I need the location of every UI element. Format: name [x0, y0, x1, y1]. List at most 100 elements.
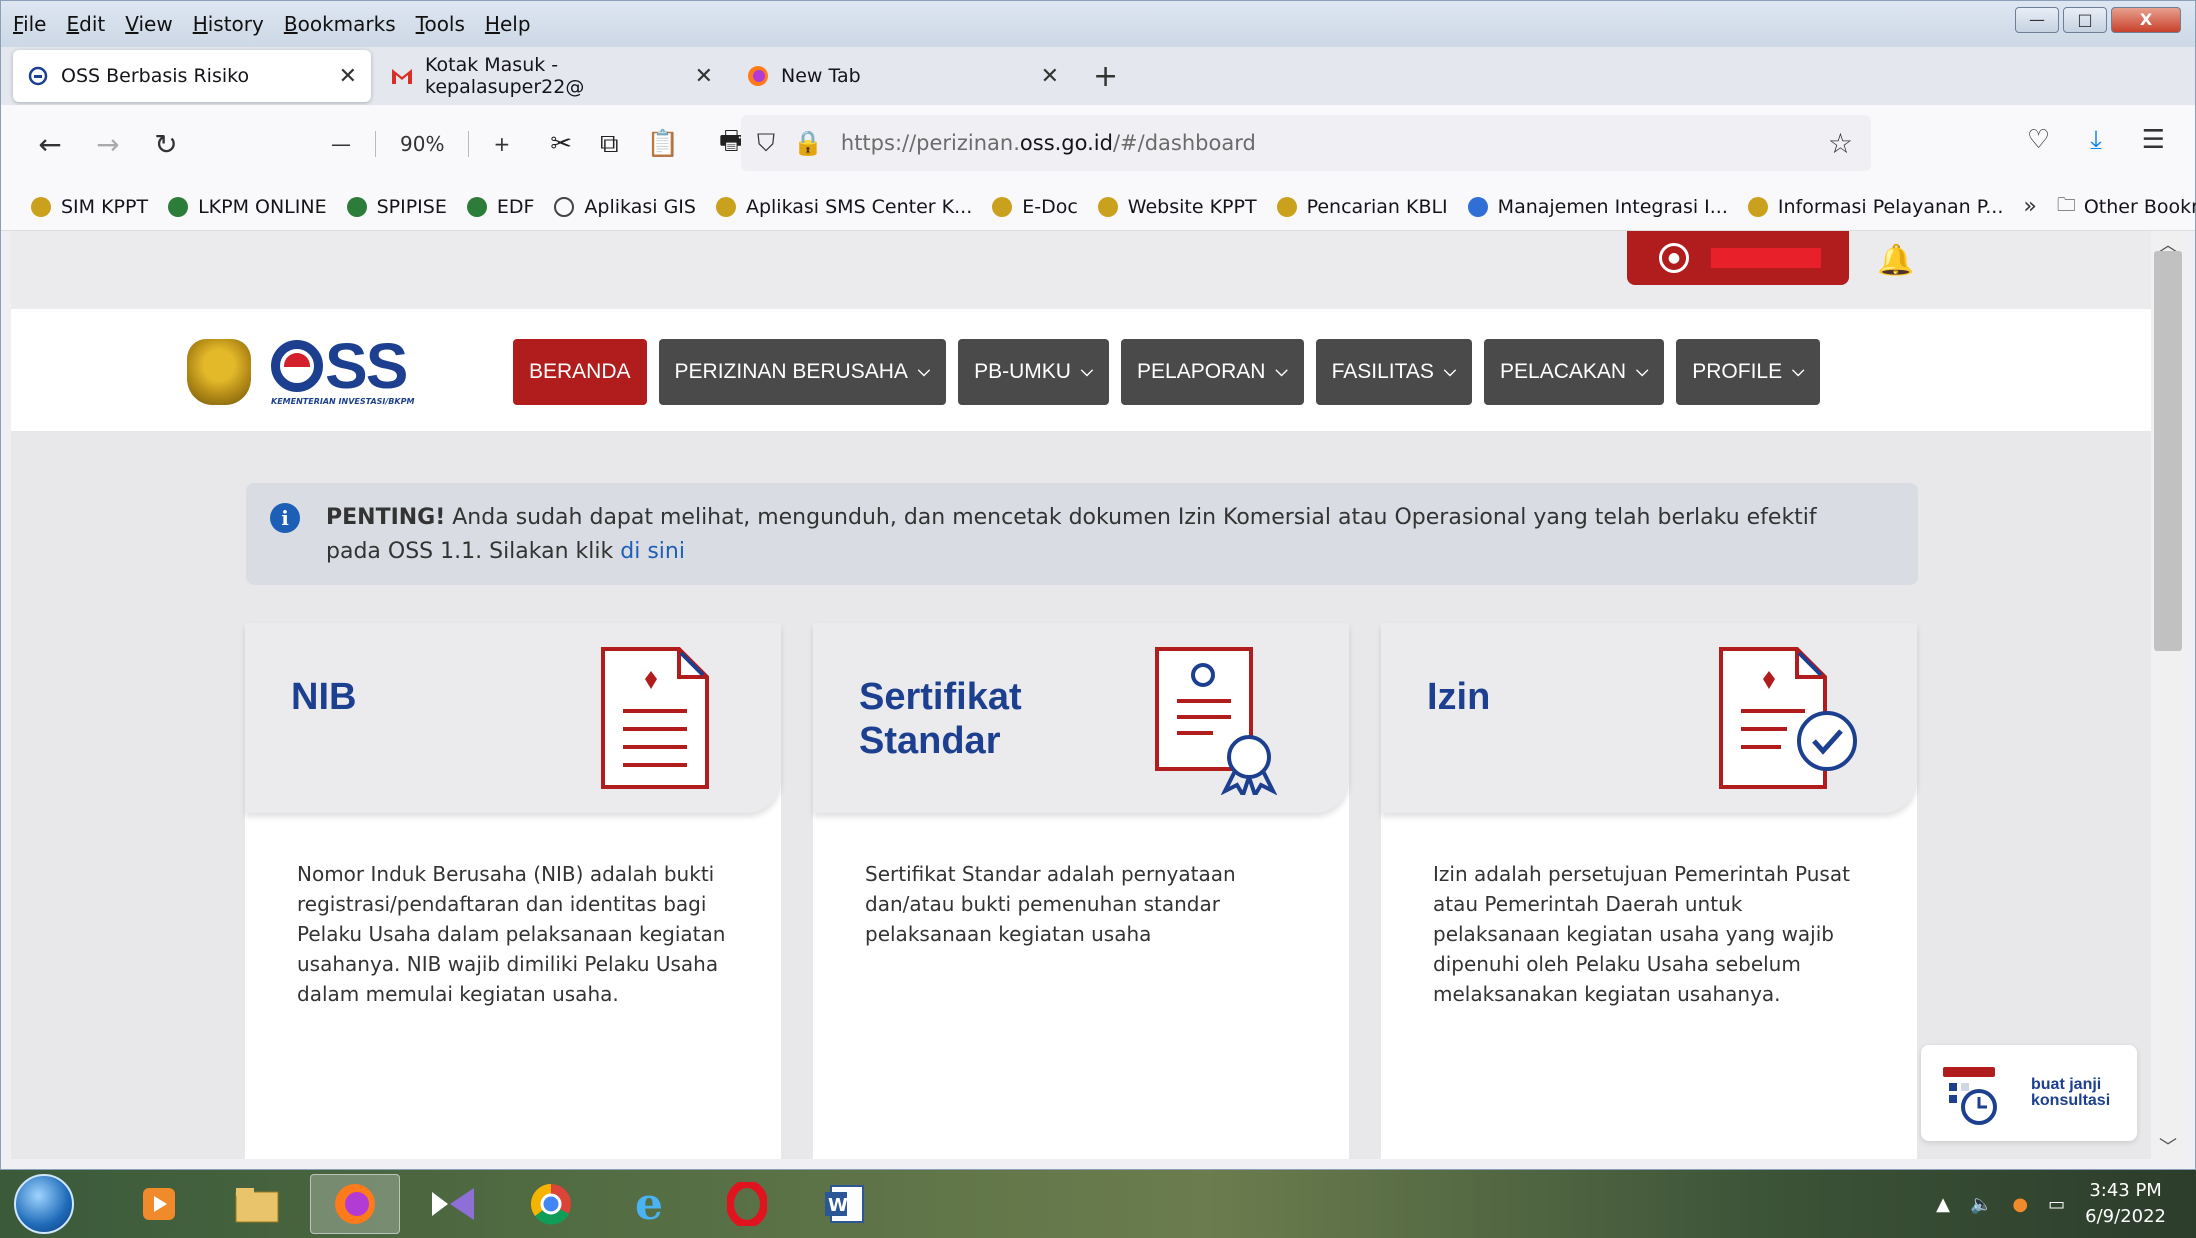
user-menu-button[interactable]: ● — [1627, 231, 1849, 285]
bookmark-manajemen-integrasi[interactable]: Manajemen Integrasi I... — [1467, 196, 1728, 218]
chevron-down-icon: ⌵ — [917, 363, 931, 380]
consultation-button[interactable]: buat janji konsultasi — [1921, 1045, 2137, 1141]
tab-new-tab[interactable]: New Tab ✕ — [733, 50, 1073, 102]
menu-bookmarks[interactable]: Bookmarks — [284, 12, 396, 36]
maximize-button[interactable]: □ — [2063, 7, 2107, 33]
minimize-button[interactable]: — — [2015, 7, 2059, 33]
menu-help[interactable]: Help — [485, 12, 531, 36]
forward-arrow-icon[interactable]: → — [93, 128, 123, 161]
bookmark-favicon-icon — [1097, 196, 1118, 217]
cut-icon[interactable]: ✂ — [550, 129, 572, 159]
bookmark-aplikasi-gis[interactable]: Aplikasi GIS — [554, 196, 696, 218]
zoom-level[interactable]: 90% — [400, 132, 444, 156]
tab-gmail[interactable]: Kotak Masuk - kepalasuper22@ ✕ — [377, 50, 727, 102]
bookmark-star-icon[interactable]: ☆ — [1828, 127, 1853, 160]
app-menu-icon[interactable]: ☰ — [2142, 125, 2165, 156]
chevron-down-icon: ⌵ — [1792, 363, 1805, 380]
show-hidden-icons-icon[interactable]: ▲ — [1936, 1194, 1950, 1215]
bookmark-e-doc[interactable]: E-Doc — [992, 196, 1078, 218]
card-izin[interactable]: Izin Izin adalah persetujuan Pemerintah … — [1381, 623, 1917, 1159]
shield-icon[interactable]: ⛉ — [757, 129, 775, 157]
nav-fasilitas[interactable]: FASILITAS ⌵ — [1315, 339, 1473, 405]
internet-explorer-icon[interactable]: e — [604, 1174, 694, 1234]
pocket-icon[interactable]: ♡ — [2027, 125, 2050, 156]
network-icon[interactable]: ▭ — [2048, 1194, 2065, 1215]
page-scrollbar[interactable]: ︿ ﹀ — [2151, 231, 2185, 1159]
window-controls: — □ X — [2015, 7, 2181, 33]
bookmark-favicon-icon — [992, 196, 1013, 217]
permit-check-icon — [1719, 647, 1857, 789]
chevron-down-icon: ⌵ — [1275, 363, 1288, 380]
menu-edit[interactable]: Edit — [66, 12, 105, 36]
card-title: Izin — [1427, 676, 1491, 718]
avast-icon[interactable]: ● — [2012, 1194, 2028, 1215]
bookmark-sim-kppt[interactable]: SIM KPPT — [31, 196, 148, 218]
copy-icon[interactable]: ⧉ — [600, 129, 619, 160]
nav-profile[interactable]: PROFILE ⌵ — [1676, 339, 1821, 405]
nib-document-icon — [601, 647, 709, 789]
opera-icon[interactable] — [702, 1174, 792, 1234]
paste-icon[interactable]: 📋 — [647, 129, 679, 159]
oss-logo[interactable]: SS KEMENTERIAN INVESTASI/BKPM — [187, 334, 414, 406]
card-sertifikat-standar[interactable]: Sertifikat Standar Sertifikat Standar ad… — [813, 623, 1349, 1159]
print-icon[interactable]: 🖶 — [719, 122, 744, 166]
bookmark-website-kppt[interactable]: Website KPPT — [1097, 196, 1257, 218]
chrome-icon[interactable] — [506, 1174, 596, 1234]
bookmark-pencarian-kbli[interactable]: Pencarian KBLI — [1276, 196, 1448, 218]
svg-text:W: W — [828, 1195, 848, 1216]
card-nib[interactable]: NIB Nomor Induk Berusaha (NIB) adalah bu… — [245, 623, 781, 1159]
card-title: Sertifikat Standar — [859, 676, 1022, 762]
zoom-in-button[interactable]: + — [493, 132, 510, 156]
close-tab-icon[interactable]: ✕ — [689, 64, 713, 89]
card-description: Izin adalah persetujuan Pemerintah Pusat… — [1433, 862, 1850, 1006]
bookmark-edf[interactable]: EDF — [466, 196, 534, 218]
bookmark-lkpm-online[interactable]: LKPM ONLINE — [168, 196, 327, 218]
oss-favicon-icon — [27, 65, 49, 87]
scroll-down-arrow-icon[interactable]: ﹀ — [2151, 1133, 2185, 1159]
nav-pelaporan[interactable]: PELAPORAN ⌵ — [1121, 339, 1304, 405]
nav-perizinan-berusaha[interactable]: PERIZINAN BERUSAHA ⌵ — [658, 339, 947, 405]
close-window-button[interactable]: X — [2111, 7, 2181, 33]
other-bookmarks[interactable]: 🗀Other Bookmarks — [2057, 191, 2196, 223]
nav-pb-umku[interactable]: PB-UMKU ⌵ — [958, 339, 1110, 405]
visual-studio-icon[interactable] — [408, 1174, 498, 1234]
menu-history[interactable]: History — [193, 12, 264, 36]
tab-title: New Tab — [781, 65, 861, 87]
bookmark-sms-center[interactable]: Aplikasi SMS Center K... — [715, 196, 972, 218]
more-bookmarks-icon[interactable]: » — [2023, 194, 2036, 219]
menu-file[interactable]: File — [13, 12, 46, 36]
bookmark-favicon-icon — [168, 196, 189, 217]
bookmark-favicon-icon — [466, 196, 487, 217]
nav-pelacakan[interactable]: PELACAKAN ⌵ — [1484, 339, 1665, 405]
notice-link[interactable]: di sini — [620, 539, 685, 564]
file-explorer-icon[interactable] — [212, 1174, 302, 1234]
menu-tools[interactable]: Tools — [416, 12, 465, 36]
notification-bell-icon[interactable]: 🔔 — [1877, 243, 1914, 278]
volume-icon[interactable]: 🔈 — [1970, 1194, 1992, 1215]
media-player-icon[interactable] — [114, 1174, 204, 1234]
scroll-thumb[interactable] — [2154, 251, 2182, 651]
windows-taskbar: e W ▲ 🔈 ● ▭ 3:43 PM 6/9/2022 — [0, 1170, 2196, 1238]
close-tab-icon[interactable]: ✕ — [319, 64, 357, 89]
folder-icon: 🗀 — [2056, 193, 2076, 216]
zoom-out-button[interactable]: — — [331, 132, 351, 156]
reload-icon[interactable]: ↻ — [151, 128, 181, 161]
clock[interactable]: 3:43 PM 6/9/2022 — [2085, 1178, 2166, 1230]
user-circle-icon: ● — [1659, 243, 1689, 273]
download-icon[interactable]: ⤓ — [2090, 125, 2102, 156]
back-arrow-icon[interactable]: ← — [35, 128, 65, 161]
close-tab-icon[interactable]: ✕ — [1021, 64, 1059, 89]
url-bar[interactable]: ⛉ 🔒 https://perizinan.oss.go.id/#/dashbo… — [741, 115, 1871, 171]
bookmark-spipise[interactable]: SPIPISE — [346, 196, 447, 218]
bookmark-informasi-pelayanan[interactable]: Informasi Pelayanan P... — [1747, 196, 2003, 218]
menu-view[interactable]: View — [125, 12, 172, 36]
nav-beranda[interactable]: BERANDA — [513, 339, 647, 405]
word-icon[interactable]: W — [800, 1174, 890, 1234]
start-button[interactable] — [14, 1174, 74, 1234]
firefox-icon[interactable] — [310, 1174, 400, 1234]
chevron-down-icon: ⌵ — [1636, 363, 1649, 380]
new-tab-button[interactable]: + — [1093, 59, 1118, 94]
lock-icon[interactable]: 🔒 — [793, 129, 823, 157]
globe-icon — [554, 196, 575, 217]
tab-oss[interactable]: OSS Berbasis Risiko ✕ — [13, 50, 371, 102]
